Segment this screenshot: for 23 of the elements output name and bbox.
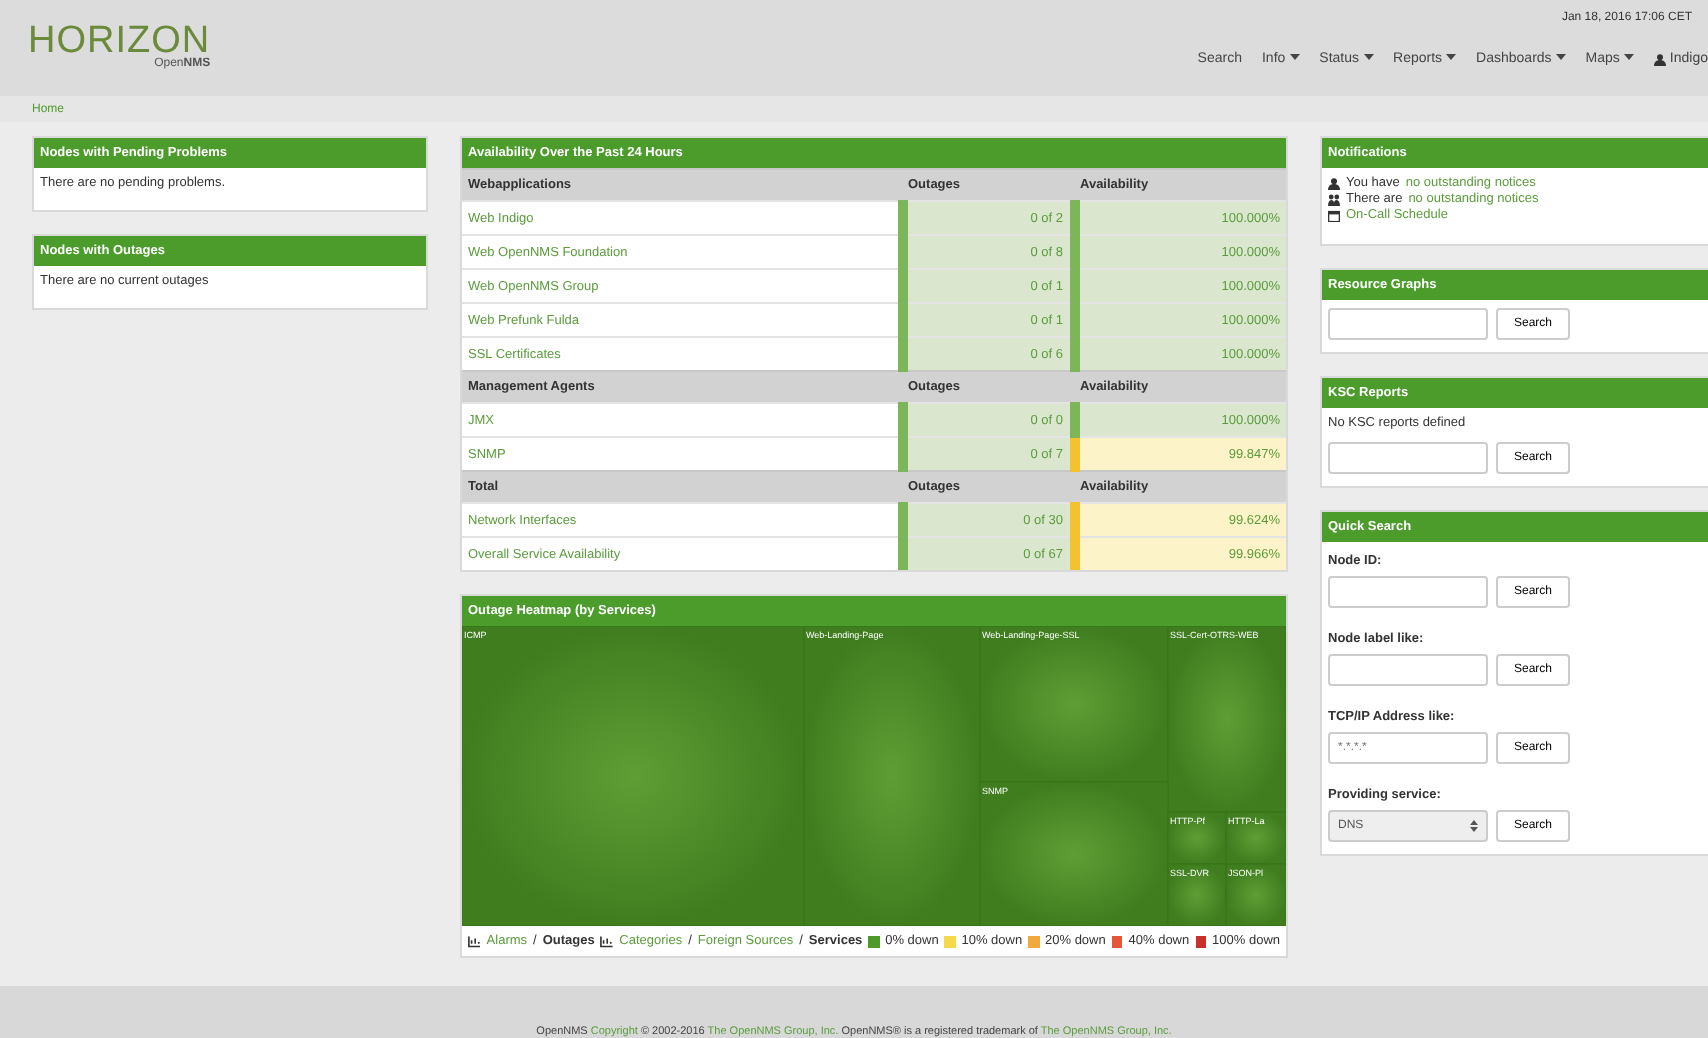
heatmap-tile[interactable]: [462, 626, 805, 926]
user-icon: [1653, 53, 1666, 65]
caret-icon: [1555, 54, 1566, 62]
calendar-icon: [1328, 209, 1340, 221]
heatmap-tile[interactable]: [979, 626, 1169, 783]
chart-icon: [600, 935, 614, 947]
chart-icon: [468, 935, 481, 947]
heatmap-tile[interactable]: [1167, 811, 1227, 865]
heatmap-tile[interactable]: [979, 781, 1169, 926]
user-icon: [1328, 177, 1340, 189]
heatmap-tile[interactable]: [1225, 863, 1286, 926]
input-field[interactable]: [1328, 654, 1488, 686]
caret-icon: [1446, 54, 1457, 62]
input-field[interactable]: [1328, 576, 1488, 608]
caret-icon: [1623, 54, 1634, 62]
updown-caret-icon: [1470, 820, 1478, 832]
input-field[interactable]: [1328, 308, 1488, 340]
caret-icon: [1363, 54, 1374, 62]
logo-text: HORIZON: [28, 22, 211, 60]
group-icon: [1328, 193, 1340, 205]
caret-icon: [1289, 54, 1300, 62]
heatmap-tile[interactable]: [803, 626, 981, 926]
input-field[interactable]: [1328, 442, 1488, 474]
